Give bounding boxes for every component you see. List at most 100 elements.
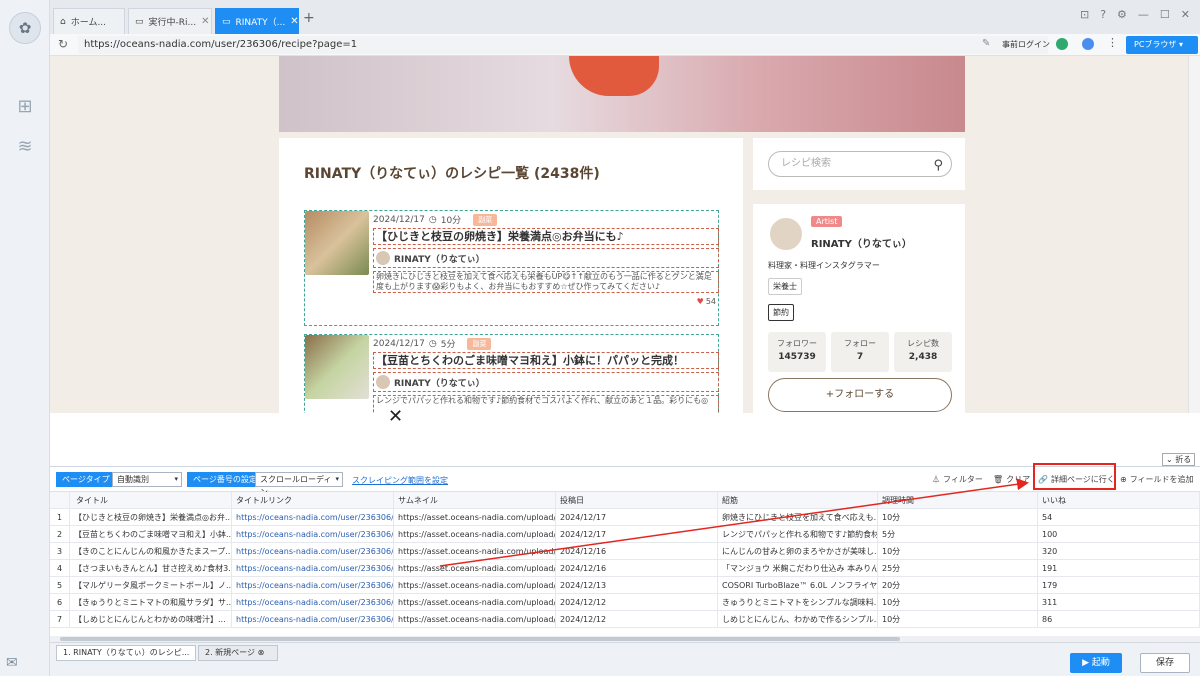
table-row[interactable]: 1 【ひじきと枝豆の卵焼き】栄養満点◎お弁... https://oceans-na… bbox=[50, 509, 1200, 526]
follow-button[interactable]: +フォローする bbox=[768, 378, 952, 412]
recipe-author[interactable]: RINATY（りなてぃ） bbox=[373, 372, 719, 392]
tab-running[interactable]: ▭ 実行中-Ri... ✕ bbox=[128, 8, 212, 34]
table-cell[interactable]: 【マルゲリータ風ポークミートボール】ノ... bbox=[70, 577, 232, 594]
edit-icon[interactable]: ✎ bbox=[982, 38, 990, 49]
close-tab-icon[interactable]: ✕ bbox=[201, 16, 209, 27]
table-cell[interactable]: 【きのことにんじんの和風かきたまスープ... bbox=[70, 543, 232, 560]
app-logo-icon[interactable]: ✿ bbox=[9, 12, 41, 44]
prelogin-button[interactable]: 事前ログイン bbox=[1002, 39, 1050, 50]
table-row[interactable]: 5 【マルゲリータ風ポークミートボール】ノ... https://oceans-na… bbox=[50, 577, 1200, 594]
profile-avatar[interactable] bbox=[768, 216, 804, 252]
start-button[interactable]: ▶ 起動 bbox=[1070, 653, 1122, 673]
column-header[interactable]: 調理時間 bbox=[878, 492, 1038, 509]
close-icon[interactable]: ✕ bbox=[388, 406, 403, 427]
page-number-select[interactable]: スクロールローディン▾ bbox=[255, 472, 343, 497]
page-type-select[interactable]: 自動識別 ▾ bbox=[112, 472, 182, 487]
table-cell[interactable]: https://asset.oceans-nadia.com/upload/sa… bbox=[394, 543, 556, 560]
recipe-thumbnail[interactable] bbox=[305, 211, 369, 275]
scrollbar-thumb[interactable] bbox=[60, 637, 900, 641]
table-cell[interactable]: にんじんの甘みと卵のまろやかさが美味し... bbox=[718, 543, 878, 560]
table-cell[interactable]: 10分 bbox=[878, 543, 1038, 560]
column-header[interactable]: 投稿日 bbox=[556, 492, 718, 509]
table-cell[interactable]: 2024/12/12 bbox=[556, 611, 718, 628]
table-cell[interactable]: 2024/12/17 bbox=[556, 526, 718, 543]
close-tab-icon[interactable]: ⊗ bbox=[258, 648, 265, 657]
table-cell[interactable]: 10分 bbox=[878, 594, 1038, 611]
recipe-thumbnail[interactable] bbox=[305, 335, 369, 399]
recipe-search-input[interactable]: レシピ検索 ⚲ bbox=[768, 151, 952, 177]
table-cell[interactable]: 【しめじとにんじんとわかめの味噌汁】... bbox=[70, 611, 232, 628]
clear-button[interactable]: 🗑 クリア bbox=[993, 474, 1030, 485]
recipes-stat[interactable]: レシピ数 2,438 bbox=[894, 332, 952, 372]
task-tab[interactable]: 1. RINATY（りなてぃ）のレシピ... bbox=[56, 645, 196, 661]
recipe-card[interactable]: 2024/12/17 ◷ 10分 副菜 【ひじきと枝豆の卵焼き】栄養満点◎お弁当… bbox=[304, 210, 719, 326]
table-cell[interactable]: 2024/12/16 bbox=[556, 543, 718, 560]
table-cell[interactable]: 20分 bbox=[878, 577, 1038, 594]
extension-icon[interactable] bbox=[1056, 38, 1068, 50]
table-cell[interactable]: 10分 bbox=[878, 509, 1038, 526]
table-row[interactable]: 4 【さつまいもきんとん】甘さ控えめ♪食材3... https://oceans-n… bbox=[50, 560, 1200, 577]
tab-home[interactable]: ⌂ ホーム... bbox=[53, 8, 125, 34]
new-tab-icon[interactable]: + bbox=[303, 10, 315, 26]
table-cell[interactable]: https://oceans-nadia.com/user/236306/rec… bbox=[232, 611, 394, 628]
recipe-title[interactable]: 【ひじきと枝豆の卵焼き】栄養満点◎お弁当にも♪ bbox=[373, 228, 719, 245]
table-cell[interactable]: 179 bbox=[1038, 577, 1200, 594]
scrape-range-link[interactable]: スクレイピング範囲を設定 bbox=[352, 475, 448, 486]
pc-browser-select[interactable]: PCブラウザ ▾ bbox=[1126, 36, 1198, 54]
table-cell[interactable]: 191 bbox=[1038, 560, 1200, 577]
minimize-icon[interactable]: — bbox=[1138, 8, 1149, 21]
save-button[interactable]: 保存 bbox=[1140, 653, 1190, 673]
table-cell[interactable]: 【ひじきと枝豆の卵焼き】栄養満点◎お弁... bbox=[70, 509, 232, 526]
table-cell[interactable]: 【さつまいもきんとん】甘さ控えめ♪食材3... bbox=[70, 560, 232, 577]
settings-icon[interactable]: ⚙ bbox=[1117, 8, 1127, 21]
column-header[interactable]: タイトル bbox=[70, 492, 232, 509]
table-cell[interactable]: COSORI TurboBlaze™ 6.0L ノンフライヤ... bbox=[718, 577, 878, 594]
reload-icon[interactable]: ↻ bbox=[58, 37, 68, 51]
table-cell[interactable]: 25分 bbox=[878, 560, 1038, 577]
table-cell[interactable]: 54 bbox=[1038, 509, 1200, 526]
tab-rinaty[interactable]: ▭ RINATY（... ✕ bbox=[215, 8, 299, 34]
column-header[interactable]: いいね bbox=[1038, 492, 1200, 509]
more-icon[interactable]: ⋮ bbox=[1107, 36, 1118, 49]
table-cell[interactable]: しめじとにんじん、わかめで作るシンプル... bbox=[718, 611, 878, 628]
column-header[interactable]: サムネイル bbox=[394, 492, 556, 509]
filter-button[interactable]: ⏃ フィルター bbox=[932, 474, 983, 485]
mail-icon[interactable]: ✉ bbox=[6, 655, 18, 671]
row-index[interactable]: 2 bbox=[50, 526, 70, 543]
table-cell[interactable]: 10分 bbox=[878, 611, 1038, 628]
table-cell[interactable]: 「マンジョウ 米麹こだわり仕込み 本みりん... bbox=[718, 560, 878, 577]
table-cell[interactable]: 【豆苗とちくわのごま味噌マヨ和え】小鉢... bbox=[70, 526, 232, 543]
recipe-title[interactable]: 【豆苗とちくわのごま味噌マヨ和え】小鉢に！パパッと完成！ bbox=[373, 352, 719, 369]
column-header[interactable]: タイトルリンク bbox=[232, 492, 394, 509]
table-cell[interactable]: 【きゅうりとミニトマトの和風サラダ】サ... bbox=[70, 594, 232, 611]
row-index[interactable]: 4 bbox=[50, 560, 70, 577]
vertical-scrollbar[interactable] bbox=[1188, 56, 1200, 413]
table-cell[interactable]: https://oceans-nadia.com/user/236306/rec… bbox=[232, 577, 394, 594]
maximize-icon[interactable]: ☐ bbox=[1160, 8, 1170, 21]
row-index[interactable]: 5 bbox=[50, 577, 70, 594]
search-icon[interactable]: ⚲ bbox=[933, 154, 943, 178]
fold-button[interactable]: ⌄ 折る bbox=[1162, 453, 1196, 466]
likes[interactable]: ♥ 54 bbox=[697, 297, 716, 306]
table-cell[interactable]: https://oceans-nadia.com/user/236306/rec… bbox=[232, 526, 394, 543]
table-cell[interactable]: 2024/12/17 bbox=[556, 509, 718, 526]
table-cell[interactable]: https://asset.oceans-nadia.com/upload/sa… bbox=[394, 577, 556, 594]
table-cell[interactable]: 5分 bbox=[878, 526, 1038, 543]
profile-name[interactable]: RINATY（りなてぃ） bbox=[811, 235, 912, 250]
help-icon[interactable]: ? bbox=[1100, 8, 1106, 21]
table-row[interactable]: 6 【きゅうりとミニトマトの和風サラダ】サ... https://oceans-na… bbox=[50, 594, 1200, 611]
followers-stat[interactable]: フォロワー 145739 bbox=[768, 332, 826, 372]
url-input[interactable]: https://oceans-nadia.com/user/236306/rec… bbox=[78, 36, 1048, 54]
table-cell[interactable]: 2024/12/12 bbox=[556, 594, 718, 611]
table-cell[interactable]: 320 bbox=[1038, 543, 1200, 560]
table-cell[interactable]: 311 bbox=[1038, 594, 1200, 611]
row-index[interactable]: 7 bbox=[50, 611, 70, 628]
table-cell[interactable]: レンジでパパッと作れる和物です♪節約食材... bbox=[718, 526, 878, 543]
row-index[interactable]: 1 bbox=[50, 509, 70, 526]
table-cell[interactable]: 2024/12/13 bbox=[556, 577, 718, 594]
layers-icon[interactable]: ≋ bbox=[14, 136, 36, 158]
following-stat[interactable]: フォロー 7 bbox=[831, 332, 889, 372]
table-cell[interactable]: https://asset.oceans-nadia.com/upload/sa… bbox=[394, 526, 556, 543]
table-row[interactable]: 7 【しめじとにんじんとわかめの味噌汁】... https://oceans-nad… bbox=[50, 611, 1200, 628]
table-row[interactable]: 2 【豆苗とちくわのごま味噌マヨ和え】小鉢... https://oceans-na… bbox=[50, 526, 1200, 543]
